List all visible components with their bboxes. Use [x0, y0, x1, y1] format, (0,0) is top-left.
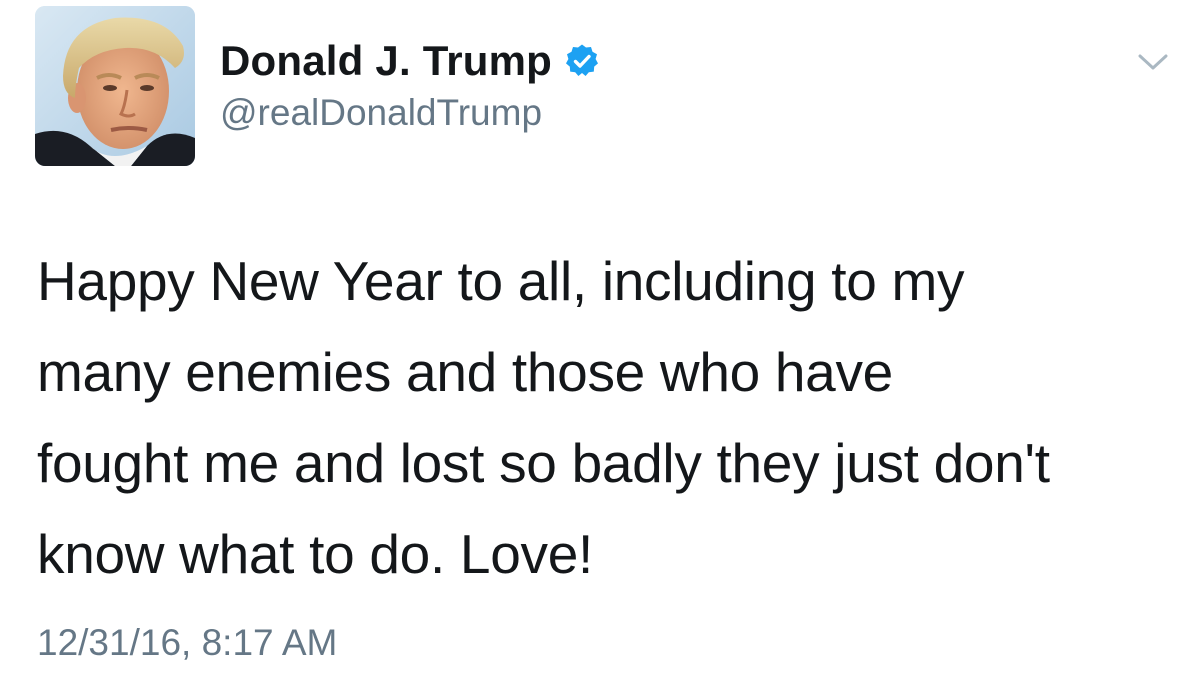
- tweet-card: Donald J. Trump @realDonaldTrump Happy N…: [0, 0, 1200, 691]
- tweet-timestamp[interactable]: 12/31/16, 8:17 AM: [37, 622, 337, 664]
- verified-badge-icon: [564, 43, 600, 79]
- author-handle[interactable]: @realDonaldTrump: [220, 92, 542, 134]
- author-name-row: Donald J. Trump: [220, 36, 600, 86]
- profile-avatar[interactable]: [35, 6, 195, 166]
- chevron-down-icon[interactable]: [1136, 50, 1170, 74]
- tweet-text: Happy New Year to all, including to my m…: [37, 250, 1050, 585]
- avatar-image: [35, 6, 195, 166]
- author-display-name[interactable]: Donald J. Trump: [220, 37, 552, 85]
